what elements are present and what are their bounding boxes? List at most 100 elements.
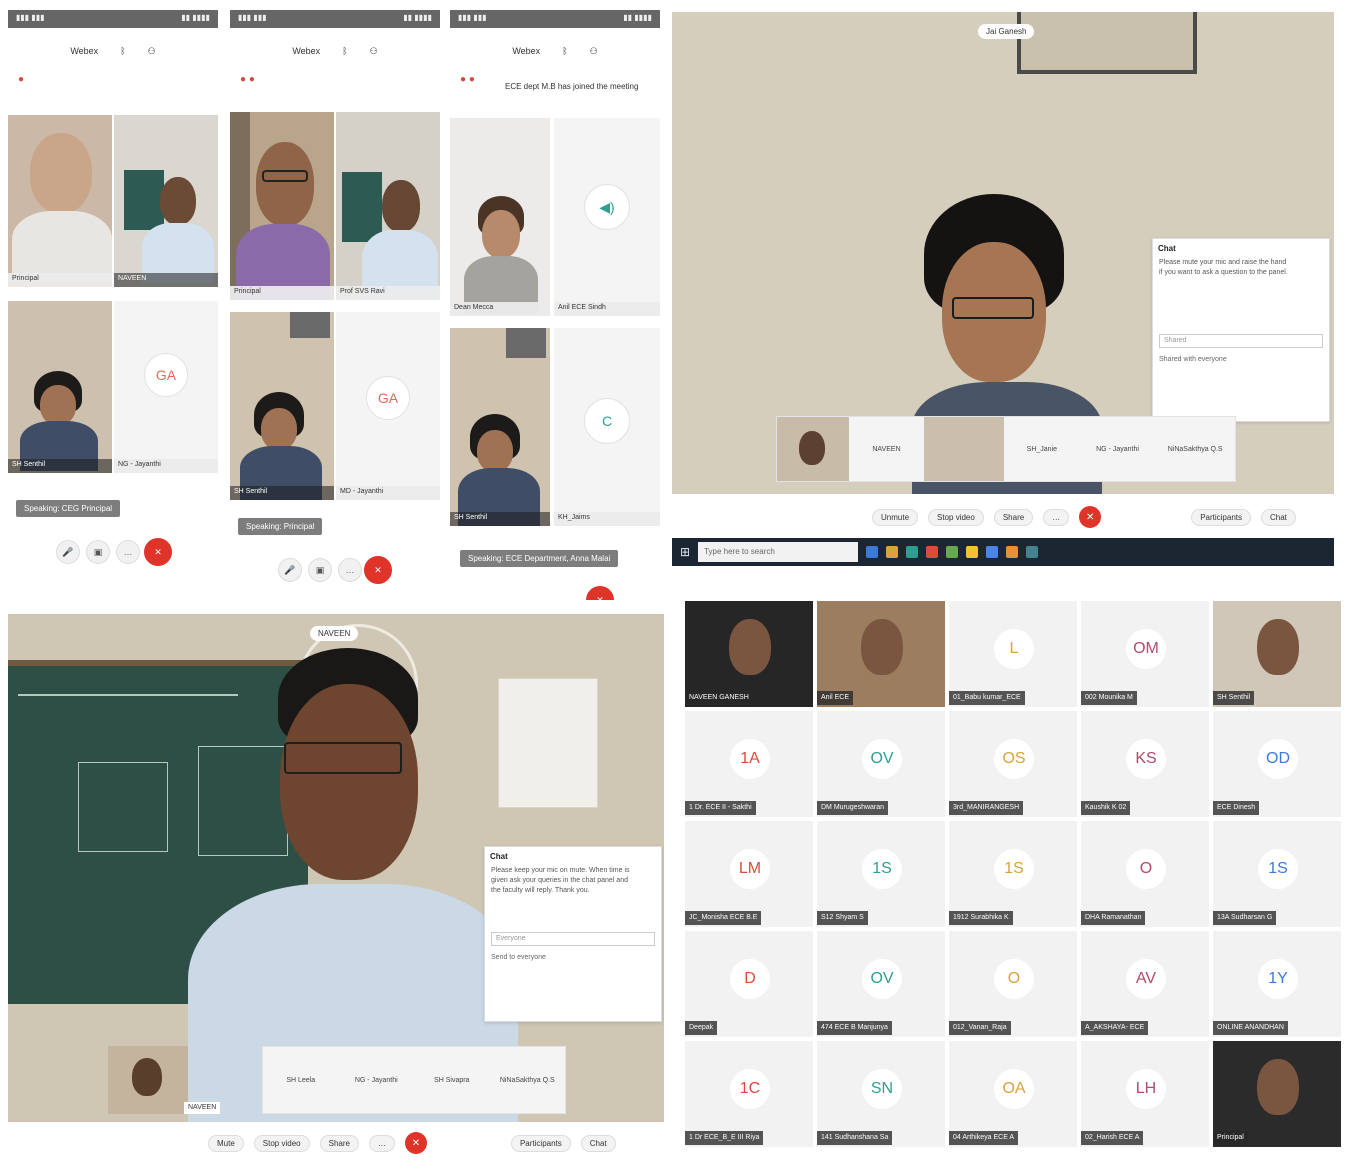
- grid-initials-tile[interactable]: SN 141 Sudhanshana Sa: [816, 1040, 946, 1148]
- chat-recipient[interactable]: Shared with everyone: [1153, 354, 1329, 365]
- grid-initials-tile[interactable]: 1S 13A Sudharsan G: [1212, 820, 1342, 928]
- strip-tile[interactable]: NG - Jayanthi: [339, 1047, 415, 1113]
- app-title[interactable]: Webex: [70, 46, 98, 56]
- initials-tile[interactable]: C KH_Jaims: [554, 328, 660, 526]
- more-icon[interactable]: …: [116, 540, 140, 564]
- stop-video-button[interactable]: Stop video: [253, 1134, 310, 1152]
- grid-initials-tile[interactable]: 1C 1 Dr ECE_B_E III Riya: [684, 1040, 814, 1148]
- grid-initials-tile[interactable]: 1A 1 Dr. ECE II - Sakthi: [684, 710, 814, 818]
- taskbar-app-icon[interactable]: [926, 546, 939, 558]
- grid-video-tile[interactable]: Anil ECE: [816, 600, 946, 708]
- grid-initials-tile[interactable]: OV 474 ECE B Manjunya: [816, 930, 946, 1038]
- initials-tile[interactable]: GA NG - Jayanthi: [114, 301, 218, 473]
- more-icon[interactable]: …: [338, 558, 362, 582]
- video-tile[interactable]: Principal: [8, 115, 112, 287]
- mic-icon[interactable]: 🎤: [56, 540, 80, 564]
- participants-icon[interactable]: ⚇: [370, 46, 378, 57]
- mic-icon[interactable]: 🎤: [278, 558, 302, 582]
- strip-tile[interactable]: NAVEEN: [849, 417, 925, 481]
- chat-input[interactable]: Shared: [1159, 334, 1323, 348]
- video-tile[interactable]: Prof SVS Ravi: [336, 112, 440, 300]
- video-icon[interactable]: ▣: [308, 558, 332, 582]
- stop-video-button[interactable]: Stop video: [928, 508, 984, 526]
- taskbar-app-icon[interactable]: [986, 546, 999, 558]
- grid-initials-tile[interactable]: KS Kaushik K 02: [1080, 710, 1210, 818]
- taskbar-search[interactable]: Type here to search: [698, 542, 859, 562]
- mute-button[interactable]: Mute: [208, 1134, 244, 1152]
- grid-initials-tile[interactable]: AV A_AKSHAYA- ECE: [1080, 930, 1210, 1038]
- share-button[interactable]: Share: [319, 1134, 359, 1152]
- video-tile[interactable]: SH Senthil: [8, 301, 112, 473]
- participants-icon[interactable]: ⚇: [148, 46, 156, 57]
- taskbar-app-icon[interactable]: [886, 546, 899, 558]
- grid-initials-tile[interactable]: L 01_Babu kumar_ECE: [948, 600, 1078, 708]
- participants-icon[interactable]: ⚇: [590, 46, 598, 57]
- chat-button[interactable]: Chat: [1260, 508, 1296, 526]
- end-call-button[interactable]: ✕: [404, 1132, 427, 1154]
- chat-input[interactable]: Everyone: [491, 932, 655, 946]
- windows-start-icon[interactable]: ⊞: [680, 545, 690, 559]
- strip-self-video[interactable]: [777, 417, 849, 481]
- video-icon[interactable]: ▣: [86, 540, 110, 564]
- grid-initials-tile[interactable]: LM JC_Monisha ECE B.E: [684, 820, 814, 928]
- taskbar-app-icon[interactable]: [946, 546, 959, 558]
- grid-initials-tile[interactable]: 1Y ONLINE ANANDHAN: [1212, 930, 1342, 1038]
- bluetooth-icon[interactable]: ᛒ: [562, 46, 567, 56]
- initials-avatar: AV: [1126, 959, 1166, 999]
- participant-name: 1912 Surabhika K: [949, 911, 1013, 925]
- grid-initials-tile[interactable]: D Deepak: [684, 930, 814, 1038]
- video-tile[interactable]: SH Senthil: [450, 328, 550, 526]
- end-call-button[interactable]: ✕: [586, 586, 614, 600]
- grid-initials-tile[interactable]: O 012_Vanan_Raja: [948, 930, 1078, 1038]
- grid-initials-tile[interactable]: OV DM Murugeshwaran: [816, 710, 946, 818]
- strip-tile[interactable]: SH_Janie: [1004, 417, 1080, 481]
- strip-tile[interactable]: SH Leela: [263, 1047, 339, 1113]
- app-title[interactable]: Webex: [512, 46, 540, 56]
- end-call-button[interactable]: ✕: [364, 556, 392, 584]
- taskbar-app-icon[interactable]: [966, 546, 979, 558]
- participants-button[interactable]: Participants: [1191, 508, 1251, 526]
- grid-video-tile[interactable]: Principal: [1212, 1040, 1342, 1148]
- initials-avatar: OD: [1258, 739, 1298, 779]
- grid-initials-tile[interactable]: O DHA Ramanathan: [1080, 820, 1210, 928]
- grid-initials-tile[interactable]: OA 04 Arthikeya ECE A: [948, 1040, 1078, 1148]
- grid-initials-tile[interactable]: 1S S12 Shyam S: [816, 820, 946, 928]
- self-view[interactable]: NAVEEN: [108, 1046, 221, 1114]
- grid-initials-tile[interactable]: OS 3rd_MANIRANGESH: [948, 710, 1078, 818]
- video-tile[interactable]: SH Senthil: [230, 312, 334, 500]
- grid-initials-tile[interactable]: LH 02_Harish ECE A: [1080, 1040, 1210, 1148]
- video-tile[interactable]: NAVEEN: [114, 115, 218, 287]
- grid-initials-tile[interactable]: OM 002 Mounika M: [1080, 600, 1210, 708]
- grid-initials-tile[interactable]: OD ECE Dinesh: [1212, 710, 1342, 818]
- more-button[interactable]: …: [368, 1134, 395, 1152]
- strip-tile[interactable]: NG - Jayanthi: [1080, 417, 1156, 481]
- grid-initials-tile[interactable]: 1S 1912 Surabhika K: [948, 820, 1078, 928]
- end-call-button[interactable]: ✕: [144, 538, 172, 566]
- share-button[interactable]: Share: [993, 508, 1034, 526]
- initials-avatar: OV: [862, 739, 902, 779]
- chat-button[interactable]: Chat: [580, 1134, 616, 1152]
- app-title[interactable]: Webex: [292, 46, 320, 56]
- grid-video-tile[interactable]: SH Senthil: [1212, 600, 1342, 708]
- strip-tile[interactable]: NiNaSakthya Q.S: [490, 1047, 566, 1113]
- more-button[interactable]: …: [1043, 508, 1070, 526]
- initials-tile[interactable]: GA MD - Jayanthi: [336, 312, 440, 500]
- bluetooth-icon[interactable]: ᛒ: [342, 46, 347, 56]
- end-call-button[interactable]: ✕: [1079, 506, 1102, 528]
- bluetooth-icon[interactable]: ᛒ: [120, 46, 125, 56]
- taskbar-app-icon[interactable]: [1026, 546, 1039, 558]
- taskbar-app-icon[interactable]: [1006, 546, 1019, 558]
- strip-tile[interactable]: NiNaSakthya Q.S: [1155, 417, 1235, 481]
- chat-recipient[interactable]: Send to everyone: [485, 952, 661, 963]
- participant-name: 02_Harish ECE A: [1081, 1131, 1144, 1145]
- taskbar-app-icon[interactable]: [906, 546, 919, 558]
- strip-tile[interactable]: SH Sivapra: [414, 1047, 490, 1113]
- participants-button[interactable]: Participants: [510, 1134, 571, 1152]
- video-tile[interactable]: Dean Mecca: [450, 118, 550, 316]
- chat-title: Chat: [490, 852, 508, 861]
- video-tile[interactable]: Principal: [230, 112, 334, 300]
- unmute-button[interactable]: Unmute: [872, 508, 919, 526]
- taskbar-app-icon[interactable]: [866, 546, 879, 558]
- grid-video-tile[interactable]: NAVEEN GANESH: [684, 600, 814, 708]
- initials-tile[interactable]: ◀) Anil ECE Sindh: [554, 118, 660, 316]
